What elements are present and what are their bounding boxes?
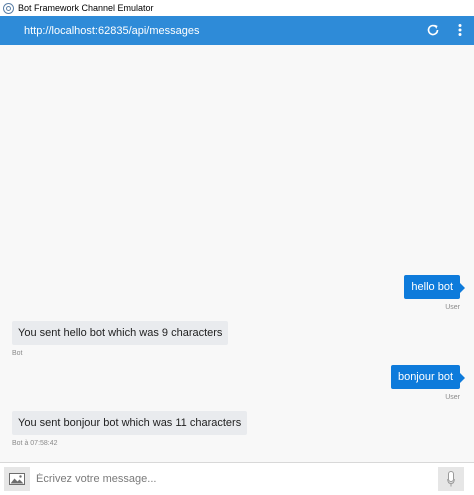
bot-message-bubble[interactable]: You sent bonjour bot which was 11 charac… — [12, 411, 248, 435]
user-message-bubble[interactable]: hello bot — [404, 275, 465, 299]
emulator-window: Bot Framework Channel Emulator http://lo… — [0, 0, 474, 495]
message-sender: User — [445, 394, 460, 401]
message-sender: Bot — [12, 350, 23, 357]
address-bar: http://localhost:62835/api/messages — [0, 16, 474, 45]
message-timestamp: Bot à 07:58:42 — [12, 440, 58, 447]
user-message-bubble[interactable]: bonjour bot — [390, 365, 466, 389]
title-bar: Bot Framework Channel Emulator — [0, 0, 474, 16]
refresh-icon[interactable] — [426, 23, 440, 37]
app-icon — [3, 2, 14, 14]
more-vertical-icon[interactable] — [455, 23, 465, 37]
message-input[interactable] — [34, 468, 432, 490]
endpoint-url[interactable]: http://localhost:62835/api/messages — [24, 25, 200, 37]
bot-message-bubble[interactable]: You sent hello bot which was 9 character… — [12, 321, 229, 345]
chat-history[interactable]: hello bot User You sent hello bot which … — [0, 45, 474, 462]
message-sender: User — [445, 304, 460, 311]
message-input-bar — [0, 462, 474, 495]
upload-image-button[interactable] — [4, 467, 30, 491]
window-title: Bot Framework Channel Emulator — [18, 3, 154, 13]
microphone-button[interactable] — [438, 467, 464, 491]
image-icon — [9, 473, 25, 485]
microphone-icon — [447, 471, 455, 487]
